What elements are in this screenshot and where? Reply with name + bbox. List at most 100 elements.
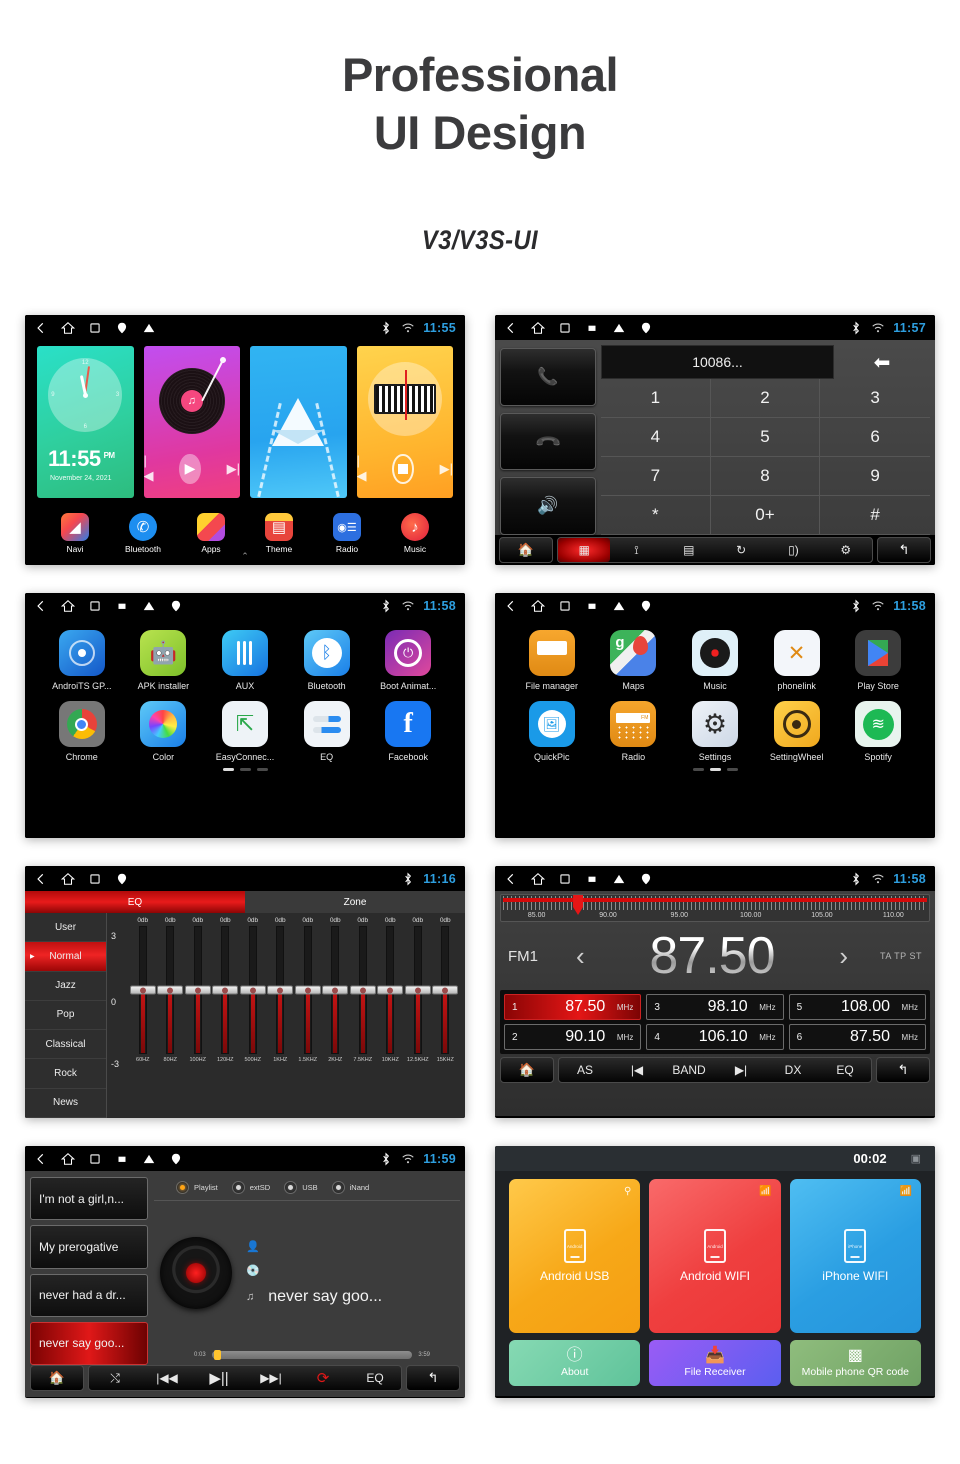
eq-slider-knob[interactable]	[129, 985, 156, 995]
clock-widget[interactable]: 12 3 6 9 11:55 PM November 24, 2021	[37, 346, 134, 498]
app-item[interactable]: Play Store	[837, 630, 919, 691]
recents-icon[interactable]	[88, 321, 102, 335]
app-item[interactable]: f Facebook	[367, 701, 449, 762]
app-item[interactable]: EQ	[286, 701, 368, 762]
radio-preset[interactable]: 3 98.10 MHz	[646, 994, 784, 1020]
tab-eq[interactable]: EQ	[25, 891, 245, 913]
page-dot[interactable]	[726, 768, 738, 771]
prev-icon[interactable]: |◀	[144, 453, 154, 484]
previous-button[interactable]: |◀◀	[141, 1366, 193, 1390]
dialer-number-display[interactable]: 10086...	[601, 345, 834, 379]
app-item[interactable]: ⇱ EasyConnec...	[204, 701, 286, 762]
eq-preset-rock[interactable]: Rock	[25, 1059, 106, 1089]
app-item[interactable]: ⏻ Boot Animat...	[367, 630, 449, 691]
home-icon[interactable]	[61, 599, 75, 613]
dock-item-apps[interactable]: Apps	[179, 513, 243, 554]
playlist-item[interactable]: never say goo...	[30, 1321, 148, 1365]
home-icon[interactable]	[531, 599, 545, 613]
tile-file-receiver[interactable]: 📥 File Receiver	[649, 1340, 781, 1386]
app-item[interactable]: ᛒ Bluetooth	[286, 630, 368, 691]
dial-key[interactable]: 8	[710, 457, 821, 496]
back-icon[interactable]	[504, 321, 518, 335]
recents-icon[interactable]	[558, 872, 572, 886]
tile-android-usb[interactable]: ⚲ Android Android USB	[509, 1179, 641, 1333]
app-item[interactable]: ✕ phonelink	[756, 630, 838, 691]
recents-icon[interactable]	[88, 1152, 102, 1166]
eq-band-slider[interactable]	[377, 926, 404, 1054]
page-dot[interactable]	[222, 768, 234, 771]
page-dot[interactable]	[239, 768, 251, 771]
app-item[interactable]: ⚙ Settings	[674, 701, 756, 762]
eq-button[interactable]: EQ	[349, 1366, 401, 1390]
eq-slider-knob[interactable]	[404, 985, 431, 995]
dial-key[interactable]: 0+	[710, 496, 821, 535]
back-icon[interactable]	[34, 321, 48, 335]
eq-slider-knob[interactable]	[212, 985, 239, 995]
app-item[interactable]: File manager	[511, 630, 593, 691]
prev-station-button[interactable]: |◀	[611, 1058, 663, 1082]
tile-about[interactable]: ⓘ About	[509, 1340, 641, 1386]
next-station-button[interactable]: ▶|	[715, 1058, 767, 1082]
tile-iphone-wifi[interactable]: 📶 iPhone iPhone WIFI	[789, 1179, 921, 1333]
next-icon[interactable]: ▶|	[440, 461, 453, 477]
prev-icon[interactable]: |◀	[357, 453, 367, 484]
eq-preset-normal[interactable]: Normal	[25, 942, 106, 972]
next-button[interactable]: ▶▶|	[245, 1366, 297, 1390]
repeat-button[interactable]: ⟳	[297, 1366, 349, 1390]
next-icon[interactable]: ▶|	[227, 461, 240, 477]
nav-settings[interactable]: ⚙	[820, 538, 872, 562]
call-answer-button[interactable]: 📞	[500, 348, 596, 406]
app-item[interactable]: Chrome	[41, 701, 123, 762]
app-item[interactable]: SettingWheel	[756, 701, 838, 762]
dial-key[interactable]: 9	[820, 457, 930, 496]
eq-band-slider[interactable]	[157, 926, 184, 1054]
back-icon[interactable]	[34, 872, 48, 886]
back-button[interactable]: ↰	[406, 1365, 460, 1391]
home-icon[interactable]	[61, 872, 75, 886]
radio-preset[interactable]: 2 90.10 MHz	[504, 1024, 642, 1050]
navigation-widget[interactable]	[250, 346, 347, 498]
home-button[interactable]: 🏠	[30, 1365, 84, 1391]
radio-widget[interactable]: |◀ ▶|	[356, 346, 453, 498]
app-item[interactable]: 🖼 QuickPic	[511, 701, 593, 762]
music-widget[interactable]: ♫ |◀ ▶ ▶|	[143, 346, 240, 498]
eq-preset-classical[interactable]: Classical	[25, 1030, 106, 1060]
tune-up-button[interactable]: ›	[829, 941, 858, 972]
eq-band-slider[interactable]	[184, 926, 211, 1054]
shuffle-button[interactable]: ⤭	[89, 1366, 141, 1390]
progress-bar[interactable]	[211, 1350, 413, 1360]
eq-preset-jazz[interactable]: Jazz	[25, 972, 106, 1001]
eq-band-slider[interactable]	[349, 926, 376, 1054]
source-usb[interactable]: USB	[284, 1181, 318, 1194]
eq-slider-knob[interactable]	[322, 985, 349, 995]
page-dot[interactable]	[256, 768, 268, 771]
app-item[interactable]: Color	[123, 701, 205, 762]
app-item[interactable]: AUX	[204, 630, 286, 691]
playlist-item[interactable]: I'm not a girl,n...	[30, 1177, 148, 1221]
radio-tuning-scale[interactable]: 85.00 90.00 95.00 100.00 105.00 110.00	[500, 894, 930, 922]
source-playlist[interactable]: Playlist	[176, 1181, 218, 1194]
dock-item-navi[interactable]: ◢ Navi	[43, 513, 107, 554]
dock-drag-handle[interactable]: ⌃	[241, 551, 249, 562]
home-icon[interactable]	[531, 321, 545, 335]
eq-slider-knob[interactable]	[239, 985, 266, 995]
dial-key[interactable]: 3	[820, 379, 930, 418]
recents-icon[interactable]	[88, 599, 102, 613]
app-item[interactable]: FM Radio	[593, 701, 675, 762]
back-button[interactable]: ↰	[877, 537, 931, 563]
back-icon[interactable]	[504, 599, 518, 613]
radio-preset[interactable]: 1 87.50 MHz	[504, 994, 642, 1020]
eq-band-slider[interactable]	[129, 926, 156, 1054]
eq-band-slider[interactable]	[404, 926, 431, 1054]
app-item[interactable]: g Maps	[593, 630, 675, 691]
tab-zone[interactable]: Zone	[245, 891, 465, 913]
stop-icon[interactable]	[392, 453, 414, 484]
nav-contacts[interactable]: ▤	[663, 538, 715, 562]
nav-call-history[interactable]: ↻	[715, 538, 767, 562]
eq-band-slider[interactable]	[432, 926, 459, 1054]
eq-preset-user[interactable]: User	[25, 913, 106, 943]
dial-key[interactable]: 7	[601, 457, 711, 496]
dial-key[interactable]: 5	[710, 418, 821, 457]
eq-slider-knob[interactable]	[349, 985, 376, 995]
dial-key[interactable]: 6	[820, 418, 930, 457]
